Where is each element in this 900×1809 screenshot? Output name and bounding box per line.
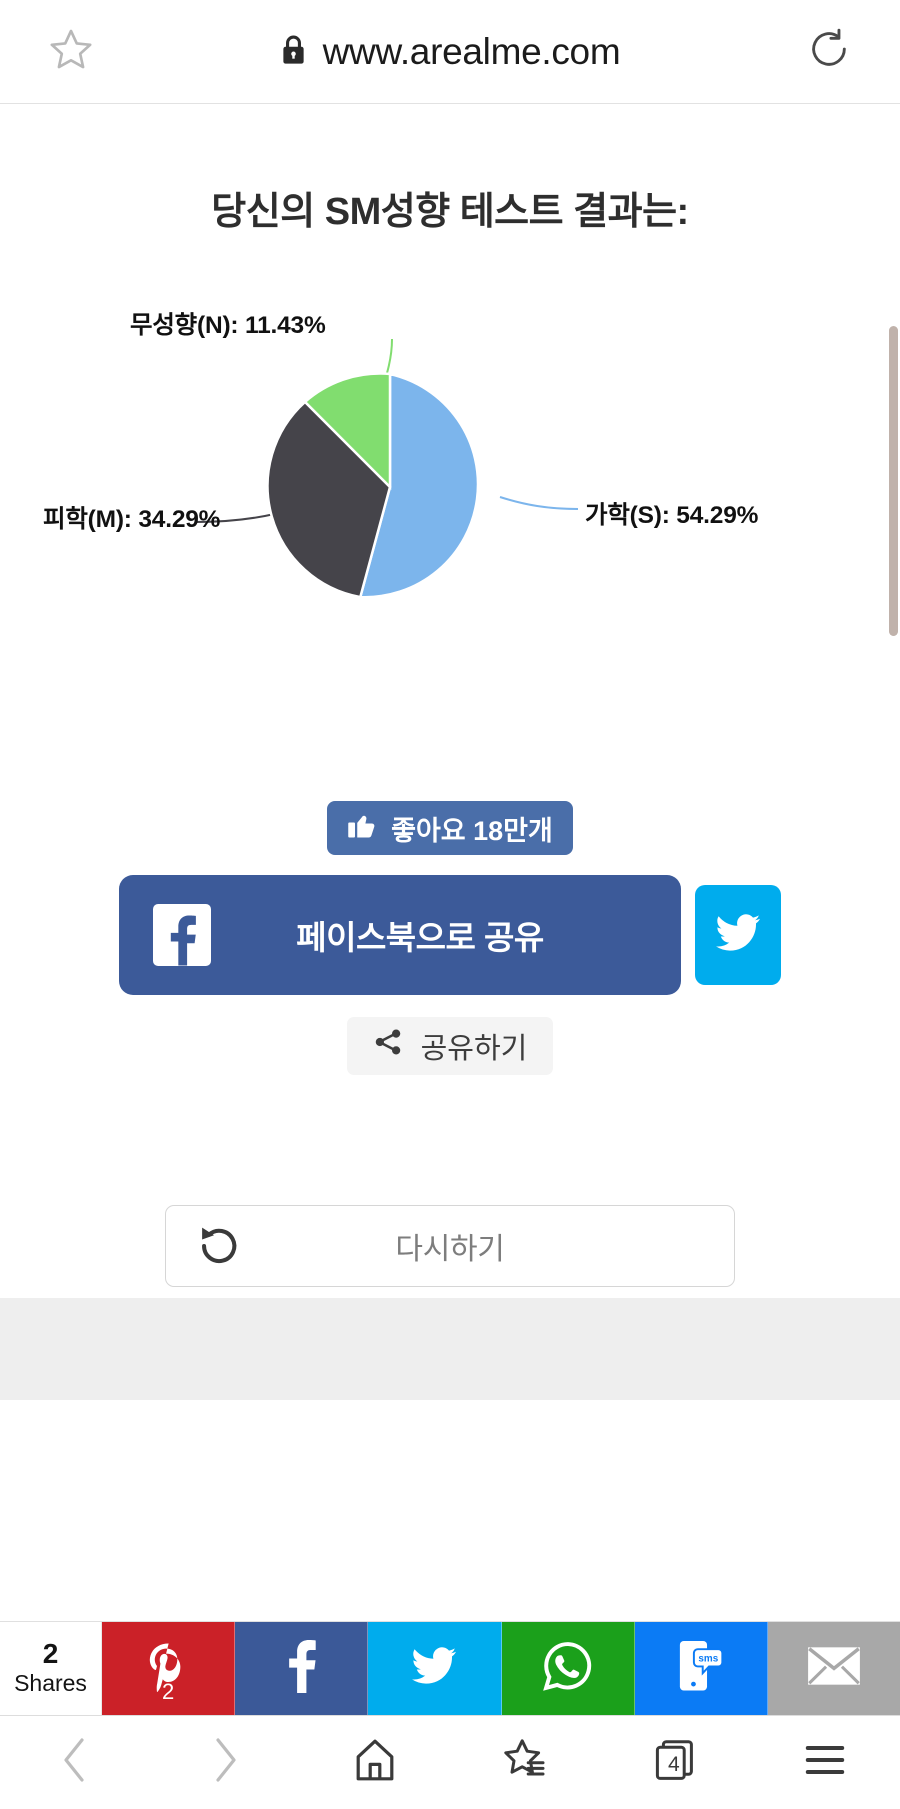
url-display[interactable]: www.arealme.com [106,31,794,73]
nav-menu-button[interactable] [750,1716,900,1809]
share-count: 2 Shares [0,1622,102,1715]
sharethis-pinterest[interactable]: 2 [102,1622,236,1715]
page-title: 당신의 SM성향 테스트 결과는: [211,191,689,233]
share-button[interactable]: 공유하기 [346,1017,554,1075]
sms-icon: sms [675,1638,727,1699]
facebook-like-label: 좋아요 18만개 [391,815,553,846]
retry-button[interactable]: 다시하기 [165,1205,735,1287]
sharethis-whatsapp[interactable] [501,1622,635,1715]
retry-button-label: 다시하기 [395,1233,505,1266]
chevron-right-icon [205,1734,245,1791]
chevron-left-icon [55,1734,95,1791]
sharethis-email[interactable] [767,1622,900,1715]
nav-forward-button[interactable] [150,1716,300,1809]
sharethis-sms[interactable]: sms [634,1622,768,1715]
share-count-number: 2 [42,1638,59,1670]
bookmark-button[interactable] [36,26,106,77]
share-chip-row: 공유하기 [0,1017,900,1075]
share-button-label: 공유하기 [420,1033,528,1065]
share-count-label: Shares [14,1669,87,1696]
facebook-icon [283,1638,319,1699]
reload-button[interactable] [794,26,864,77]
share-facebook-button[interactable]: 페이스북으로 공유 [119,875,681,995]
rotate-left-icon [196,1223,242,1269]
page-content: 당신의 SM성향 테스트 결과는: 무성향(N): 11.43% 피학(M): … [0,104,900,1715]
pie-label-neutral: 무성향(N): 11.43% [130,312,326,339]
facebook-like-row: 좋아요 18만개 [0,801,900,855]
home-icon [351,1736,399,1789]
star-outline-icon [48,26,94,77]
browser-window: www.arealme.com 당신의 SM성향 테스트 결과는: 무성향(N)… [0,0,900,1809]
nav-back-button[interactable] [0,1716,150,1809]
whatsapp-icon [540,1638,596,1699]
nav-tabs-button[interactable]: 4 [600,1716,750,1809]
sharethis-facebook[interactable] [235,1622,369,1715]
facebook-icon [153,904,211,966]
envelope-icon [806,1645,862,1692]
lock-icon [280,33,307,71]
browser-address-bar: www.arealme.com [0,0,900,104]
sharethis-twitter[interactable] [368,1622,502,1715]
nav-home-button[interactable] [300,1716,450,1809]
nav-bookmarks-button[interactable] [450,1716,600,1809]
sharethis-bar: 2 Shares 2 sms [0,1621,900,1715]
svg-text:sms: sms [698,1653,718,1664]
reload-icon [806,26,852,77]
pie-chart: 무성향(N): 11.43% 피학(M): 34.29% 가학(S): 54.2… [0,297,900,717]
twitter-bird-icon [710,909,766,962]
tabs-count: 4 [667,1752,680,1776]
leader-line-s [499,496,579,510]
browser-bottom-nav: 4 [0,1715,900,1809]
ad-placeholder-band [0,1298,900,1400]
thumbs-up-icon [347,810,377,847]
url-text: www.arealme.com [322,30,621,72]
twitter-bird-icon [407,1642,461,1695]
pie-label-sadist: 가학(S): 54.29% [585,502,759,529]
facebook-like-button[interactable]: 좋아요 18만개 [327,801,573,855]
hamburger-menu-icon [801,1740,849,1785]
share-nodes-icon [373,1027,403,1065]
share-buttons-row: 페이스북으로 공유 [0,875,900,995]
pie-label-masochist: 피학(M): 34.29% [43,506,221,533]
share-twitter-button[interactable] [695,885,781,985]
retry-row: 다시하기 [0,1205,900,1287]
pinterest-share-count: 2 [161,1679,175,1704]
bookmark-star-icon [501,1736,549,1789]
